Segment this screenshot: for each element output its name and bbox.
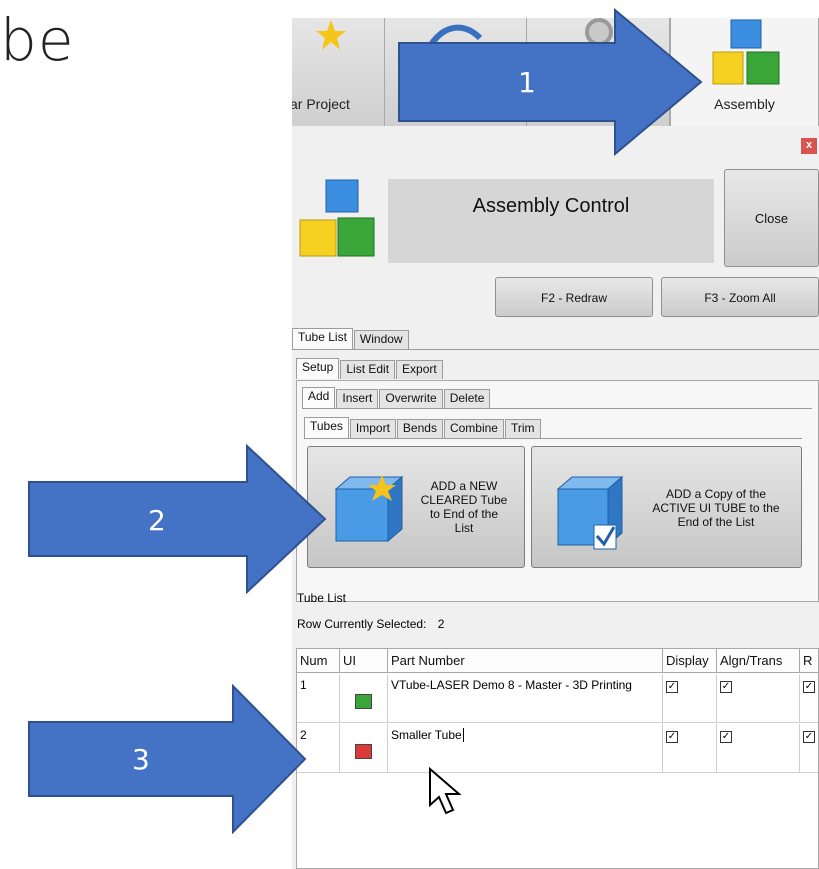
display-checkbox[interactable]: ✓ bbox=[666, 681, 678, 693]
row-selected-label: Row Currently Selected: bbox=[297, 617, 427, 631]
tab-list-edit[interactable]: List Edit bbox=[340, 360, 396, 379]
table-row[interactable]: 2 Smaller Tube ✓ ✓ ✓ bbox=[297, 724, 818, 773]
row-part-number-editing[interactable]: Smaller Tube bbox=[388, 724, 663, 773]
tab-delete[interactable]: Delete bbox=[443, 389, 491, 408]
page-title: Assembly Control bbox=[472, 195, 630, 217]
r-checkbox[interactable]: ✓ bbox=[803, 681, 815, 693]
add-copy-line-2: ACTIVE UI TUBE to the bbox=[652, 501, 780, 515]
row-selected-status: Row Currently Selected: 2 bbox=[297, 617, 444, 631]
tab-window[interactable]: Window bbox=[353, 330, 409, 349]
add-new-line-2: CLEARED Tube bbox=[420, 493, 508, 507]
redraw-button[interactable]: F2 - Redraw bbox=[495, 277, 653, 317]
assembly-control-title-box: Assembly Control bbox=[388, 179, 714, 263]
mouse-cursor-icon bbox=[429, 767, 462, 815]
action-tabs-divider bbox=[302, 408, 812, 409]
algn-trans-checkbox[interactable]: ✓ bbox=[720, 731, 732, 743]
arrow-2-icon bbox=[28, 444, 327, 594]
add-new-line-1: ADD a NEW bbox=[430, 479, 498, 493]
arrow-2-label: 2 bbox=[148, 504, 166, 537]
row-part-number[interactable]: VTube-LASER Demo 8 - Master - 3D Printin… bbox=[388, 674, 663, 723]
r-checkbox-cell: ✓ bbox=[800, 724, 819, 773]
tab-overwrite[interactable]: Overwrite bbox=[379, 389, 443, 408]
row-selected-value: 2 bbox=[437, 617, 445, 631]
add-copy-tube-button[interactable]: ADD a Copy of the ACTIVE UI TUBE to the … bbox=[531, 446, 802, 568]
add-tabs: Tubes Import Bends Combine Trim bbox=[304, 417, 542, 438]
heading-fragment: be bbox=[0, 6, 75, 74]
tab-setup[interactable]: Setup bbox=[296, 358, 340, 379]
column-header-r[interactable]: R bbox=[800, 649, 819, 673]
panel-close-x-button[interactable]: x bbox=[801, 138, 817, 154]
star-icon bbox=[316, 20, 346, 50]
ui-color-swatch[interactable] bbox=[355, 744, 372, 759]
algn-checkbox-cell: ✓ bbox=[717, 674, 800, 723]
add-copy-line-3: End of the List bbox=[677, 515, 755, 529]
column-header-part-number[interactable]: Part Number bbox=[388, 649, 663, 673]
new-cube-icon bbox=[334, 475, 404, 543]
action-tabs: Add Insert Overwrite Delete bbox=[302, 387, 491, 408]
ui-color-swatch[interactable] bbox=[355, 694, 372, 709]
tab-add[interactable]: Add bbox=[302, 387, 336, 408]
row-ui-cell bbox=[340, 674, 388, 723]
text-caret bbox=[462, 728, 464, 742]
tab-combine[interactable]: Combine bbox=[443, 419, 504, 438]
tab-tubes[interactable]: Tubes bbox=[304, 417, 349, 438]
column-header-num[interactable]: Num bbox=[297, 649, 340, 673]
setup-tabs: Setup List Edit Export bbox=[296, 358, 444, 379]
outer-tabs-divider bbox=[292, 349, 819, 350]
column-header-display[interactable]: Display bbox=[663, 649, 717, 673]
arrow-1-label: 1 bbox=[518, 66, 536, 99]
tab-insert[interactable]: Insert bbox=[336, 389, 379, 408]
arrow-3-label: 3 bbox=[132, 743, 150, 776]
display-checkbox-cell: ✓ bbox=[663, 674, 717, 723]
tab-export[interactable]: Export bbox=[396, 360, 443, 379]
ribbon-tab-project-label: ar Project bbox=[292, 96, 350, 112]
tab-trim[interactable]: Trim bbox=[504, 419, 541, 438]
tube-list-table: Num UI Part Number Display Algn/Trans R … bbox=[296, 648, 819, 869]
arrow-1-icon bbox=[398, 8, 703, 156]
add-tabs-divider bbox=[304, 438, 802, 439]
close-button[interactable]: Close bbox=[724, 169, 819, 267]
assembly-control-icon bbox=[299, 179, 375, 257]
add-new-line-4: List bbox=[454, 521, 474, 535]
display-checkbox-cell: ✓ bbox=[663, 724, 717, 773]
outer-tabs: Tube List Window bbox=[292, 328, 410, 349]
copy-cube-icon bbox=[556, 475, 624, 550]
row-ui-cell bbox=[340, 724, 388, 773]
add-new-tube-label: ADD a NEW CLEARED Tube to End of the Lis… bbox=[404, 479, 524, 535]
tab-tube-list[interactable]: Tube List bbox=[292, 328, 353, 349]
column-header-ui[interactable]: UI bbox=[340, 649, 388, 673]
tab-bends[interactable]: Bends bbox=[396, 419, 443, 438]
part-number-text: Smaller Tube bbox=[391, 728, 462, 742]
add-copy-tube-label: ADD a Copy of the ACTIVE UI TUBE to the … bbox=[632, 487, 800, 529]
algn-trans-checkbox[interactable]: ✓ bbox=[720, 681, 732, 693]
add-new-tube-button[interactable]: ADD a NEW CLEARED Tube to End of the Lis… bbox=[307, 446, 525, 568]
r-checkbox[interactable]: ✓ bbox=[803, 731, 815, 743]
zoom-all-button[interactable]: F3 - Zoom All bbox=[661, 277, 819, 317]
assembly-cubes-icon bbox=[712, 19, 780, 85]
table-header: Num UI Part Number Display Algn/Trans R bbox=[297, 649, 818, 673]
arrow-3-icon bbox=[28, 684, 307, 834]
tab-import[interactable]: Import bbox=[349, 419, 396, 438]
add-new-line-3: to End of the bbox=[429, 507, 499, 521]
ribbon-tab-project[interactable]: ar Project bbox=[292, 18, 385, 126]
add-copy-line-1: ADD a Copy of the bbox=[665, 487, 767, 501]
column-header-algn-trans[interactable]: Algn/Trans bbox=[717, 649, 800, 673]
algn-checkbox-cell: ✓ bbox=[717, 724, 800, 773]
r-checkbox-cell: ✓ bbox=[800, 674, 819, 723]
table-row[interactable]: 1 VTube-LASER Demo 8 - Master - 3D Print… bbox=[297, 674, 818, 723]
display-checkbox[interactable]: ✓ bbox=[666, 731, 678, 743]
